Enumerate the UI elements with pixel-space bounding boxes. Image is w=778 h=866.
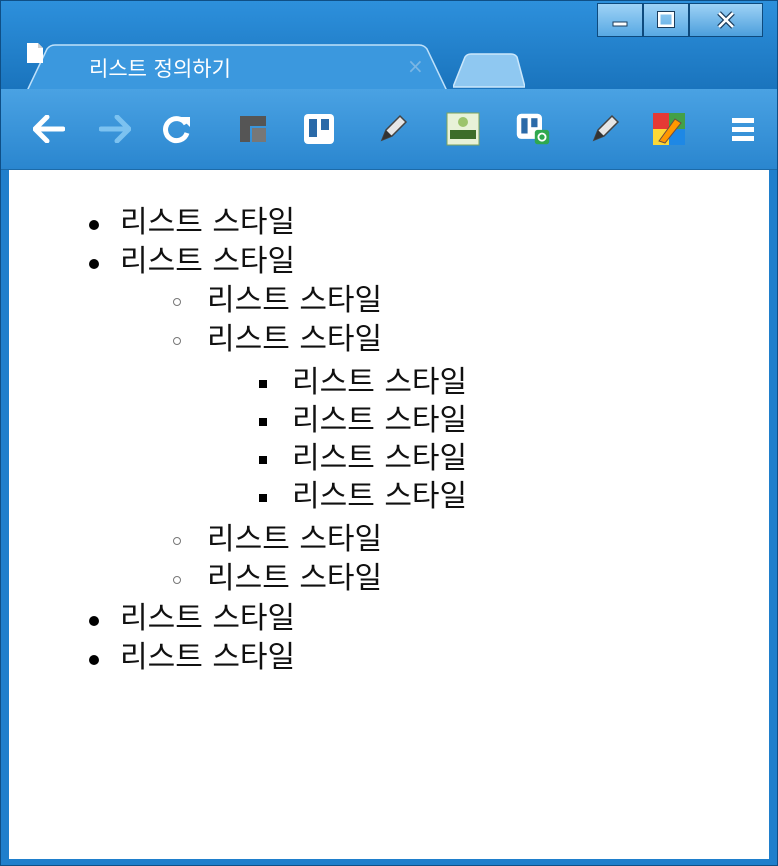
maximize-icon [657, 11, 675, 28]
minimize-icon [612, 21, 628, 27]
list-item: 리스트 스타일 [173, 282, 383, 320]
fast-access-icon [446, 112, 480, 146]
list-item: 리스트 스타일 [259, 364, 468, 402]
list-item-text: 리스트 스타일 [120, 601, 296, 636]
pen-icon [380, 114, 408, 142]
back-icon [33, 115, 65, 143]
list-item: 리스트 스타일 [259, 402, 468, 440]
fast-access-button[interactable] [445, 111, 481, 147]
disc-bullet [89, 220, 99, 230]
list-item-text: 리스트 스타일 [207, 522, 383, 557]
color-picker-icon [653, 113, 685, 145]
list-item-text: 리스트 스타일 [120, 205, 296, 240]
pen-icon [592, 114, 620, 142]
browser-toolbar [1, 89, 777, 170]
list-item-text: 리스트 스타일 [120, 244, 296, 279]
extension-icon [240, 116, 266, 142]
color-picker-button[interactable] [651, 111, 687, 147]
list-item-text: 리스트 스타일 [292, 365, 468, 400]
square-bullet [259, 418, 267, 426]
square-bullet [259, 456, 267, 464]
forward-button[interactable] [97, 111, 133, 147]
browser-window: 리스트 정의하기 × 리스트 스타일 리스트 스타일 리스트 스타일 리스트 스… [0, 0, 778, 866]
extension-button-1[interactable] [235, 111, 271, 147]
list-item-text: 리스트 스타일 [207, 283, 383, 318]
tab-close-icon[interactable]: × [407, 54, 424, 78]
circle-bullet [173, 576, 181, 584]
list-item: 리스트 스타일 [259, 478, 468, 516]
circle-bullet [173, 537, 181, 545]
list-item: 리스트 스타일 [89, 204, 296, 242]
list-item: 리스트 스타일 [173, 560, 383, 598]
menu-icon [732, 118, 754, 141]
list-item-text: 리스트 스타일 [292, 403, 468, 438]
title-bar: 리스트 정의하기 × [1, 1, 777, 92]
list-item: 리스트 스타일 [173, 521, 383, 559]
maximize-button[interactable] [643, 3, 689, 37]
trello-button[interactable] [301, 111, 337, 147]
disc-bullet [89, 655, 99, 665]
pen-button-2[interactable] [587, 111, 623, 147]
list-item: 리스트 스타일 [259, 440, 468, 478]
list-item-text: 리스트 스타일 [292, 441, 468, 476]
reload-button[interactable] [159, 111, 195, 147]
list-item: 리스트 스타일 [89, 639, 296, 677]
close-icon [717, 11, 735, 29]
square-bullet [259, 380, 267, 388]
disc-bullet [89, 616, 99, 626]
trello-icon [304, 114, 334, 144]
window-controls [597, 3, 763, 39]
close-window-button[interactable] [689, 3, 763, 37]
list-item: 리스트 스타일 [89, 243, 296, 281]
trello-badge-icon [516, 113, 550, 145]
list-item-text: 리스트 스타일 [120, 640, 296, 675]
forward-icon [99, 115, 131, 143]
list-item: 리스트 스타일 [173, 321, 383, 359]
back-button[interactable] [31, 111, 67, 147]
trello-badge-button[interactable] [515, 111, 551, 147]
pen-button-1[interactable] [375, 111, 411, 147]
new-tab-button[interactable] [453, 53, 525, 89]
list-item: 리스트 스타일 [89, 600, 296, 638]
minimize-button[interactable] [597, 3, 643, 37]
tab-title: 리스트 정의하기 [89, 57, 231, 81]
list-item-text: 리스트 스타일 [207, 322, 383, 357]
circle-bullet [173, 298, 181, 306]
disc-bullet [89, 259, 99, 269]
menu-button[interactable] [725, 111, 761, 147]
page-content: 리스트 스타일 리스트 스타일 리스트 스타일 리스트 스타일 리스트 스타일 … [9, 170, 769, 859]
square-bullet [259, 494, 267, 502]
list-item-text: 리스트 스타일 [292, 479, 468, 514]
tab-active[interactable]: 리스트 정의하기 × [27, 43, 447, 93]
list-item-text: 리스트 스타일 [207, 561, 383, 596]
document-icon [27, 43, 43, 63]
circle-bullet [173, 337, 181, 345]
reload-icon [163, 116, 190, 144]
